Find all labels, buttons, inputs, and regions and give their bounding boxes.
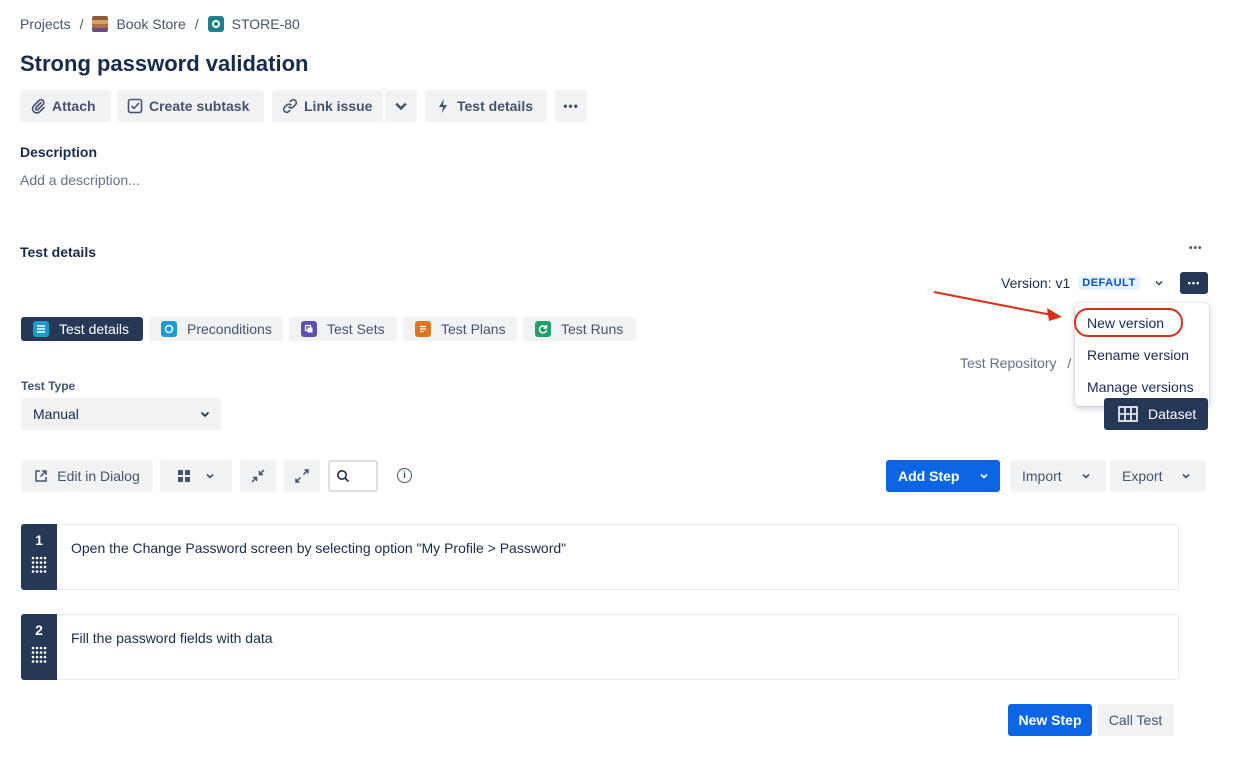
lightning-icon [435, 98, 451, 114]
test-issue-type-icon [207, 16, 224, 32]
chevron-down-icon [1155, 280, 1163, 286]
menu-item-rename-version[interactable]: Rename version [1087, 347, 1189, 363]
tab-test-runs[interactable]: Test Runs [523, 317, 636, 341]
new-step-button[interactable]: New Step [1008, 704, 1092, 736]
export-label: Export [1122, 468, 1163, 484]
tab-test-details[interactable]: Test details [21, 317, 143, 341]
grid-view-icon [178, 470, 190, 482]
menu-item-manage-versions[interactable]: Manage versions [1087, 379, 1194, 395]
test-repository-link[interactable]: Test Repository [960, 355, 1056, 371]
test-type-value: Manual [33, 406, 79, 422]
collapse-icon [251, 469, 265, 483]
annotation-arrow-icon [933, 291, 1062, 321]
attach-label: Attach [52, 98, 96, 114]
export-button[interactable]: Export [1110, 460, 1206, 492]
tab-test-sets[interactable]: Test Sets [289, 317, 397, 341]
call-test-button[interactable]: Call Test [1097, 704, 1174, 736]
edit-in-dialog-button[interactable]: Edit in Dialog [21, 460, 153, 492]
chevron-down-icon [206, 473, 214, 479]
breadcrumb: Projects / Book Store / STORE-80 [20, 15, 300, 33]
tab-label: Preconditions [187, 321, 272, 337]
create-subtask-label: Create subtask [149, 98, 250, 114]
add-step-button[interactable]: Add Step [886, 460, 1000, 492]
attach-button[interactable]: Attach [20, 90, 111, 122]
chevron-down-icon [200, 411, 210, 418]
edit-in-dialog-label: Edit in Dialog [57, 468, 140, 484]
collapse-button[interactable] [240, 460, 276, 492]
external-link-icon [35, 470, 47, 482]
link-issue-label: Link issue [304, 98, 373, 114]
test-type-select[interactable]: Manual [21, 398, 221, 430]
default-badge: DEFAULT [1078, 276, 1140, 290]
drag-handle-icon[interactable] [30, 646, 48, 664]
test-set-icon [301, 321, 317, 337]
drag-handle-icon[interactable] [30, 556, 48, 574]
more-icon: ••• [1187, 278, 1201, 288]
chevron-down-icon [1082, 473, 1090, 479]
test-details-heading: Test details [20, 244, 96, 260]
step-action[interactable]: Open the Change Password screen by selec… [57, 524, 1179, 590]
step-number-handle[interactable]: 2 [21, 614, 57, 680]
issue-title[interactable]: Strong password validation [20, 51, 308, 77]
link-issue-dropdown-button[interactable] [385, 90, 417, 122]
dataset-button[interactable]: Dataset [1104, 398, 1208, 430]
breadcrumb-separator: / [79, 16, 84, 32]
breadcrumb-projects[interactable]: Projects [20, 16, 71, 32]
list-icon [33, 321, 49, 337]
more-actions-button[interactable]: ••• [555, 90, 587, 122]
paperclip-icon [30, 98, 46, 114]
view-mode-button[interactable] [160, 460, 232, 492]
tab-preconditions[interactable]: Preconditions [149, 317, 283, 341]
grid-icon [1118, 406, 1138, 422]
tab-test-plans[interactable]: Test Plans [403, 317, 517, 341]
step-search-input[interactable] [328, 460, 378, 492]
test-details-button[interactable]: Test details [425, 90, 547, 122]
test-run-icon [535, 321, 551, 337]
version-more-button[interactable]: ••• [1180, 272, 1208, 294]
link-icon [282, 98, 298, 114]
import-label: Import [1022, 468, 1062, 484]
test-type-label: Test Type [21, 379, 76, 393]
annotation-highlight [1074, 308, 1183, 337]
import-button[interactable]: Import [1010, 460, 1106, 492]
chevron-down-icon [980, 473, 989, 479]
step-action[interactable]: Fill the password fields with data [57, 614, 1179, 680]
description-field[interactable]: Add a description... [20, 172, 140, 188]
chevron-down-icon [395, 102, 407, 111]
tab-label: Test Plans [441, 321, 506, 337]
step-number: 2 [35, 622, 43, 638]
breadcrumb-separator: / [194, 16, 199, 32]
tab-label: Test Sets [327, 321, 385, 337]
book-store-project-icon [92, 16, 109, 32]
more-icon: ••• [563, 99, 579, 113]
test-details-label: Test details [457, 98, 533, 114]
test-plan-icon [415, 321, 431, 337]
chevron-down-icon [1182, 473, 1191, 479]
test-step: 2 Fill the password fields with data [21, 614, 1179, 680]
tab-label: Test Runs [561, 321, 624, 337]
info-icon[interactable]: i [397, 468, 412, 483]
dataset-label: Dataset [1148, 406, 1197, 422]
tab-label: Test details [59, 321, 130, 337]
expand-button[interactable] [284, 460, 320, 492]
search-icon [337, 470, 350, 483]
subtask-icon [127, 98, 143, 114]
step-number: 1 [35, 532, 43, 548]
link-issue-button[interactable]: Link issue [272, 90, 383, 122]
test-repository-path: Test Repository / [960, 355, 1071, 371]
path-separator: / [1067, 355, 1072, 371]
description-label: Description [20, 144, 98, 160]
expand-icon [295, 469, 309, 483]
breadcrumb-project[interactable]: Book Store [116, 16, 185, 32]
section-more-icon[interactable]: ••• [1189, 243, 1203, 254]
create-subtask-button[interactable]: Create subtask [117, 90, 264, 122]
test-step: 1 Open the Change Password screen by sel… [21, 524, 1179, 590]
precondition-icon [161, 321, 177, 337]
step-number-handle[interactable]: 1 [21, 524, 57, 590]
breadcrumb-issue[interactable]: STORE-80 [232, 16, 300, 32]
add-step-label: Add Step [898, 468, 960, 484]
